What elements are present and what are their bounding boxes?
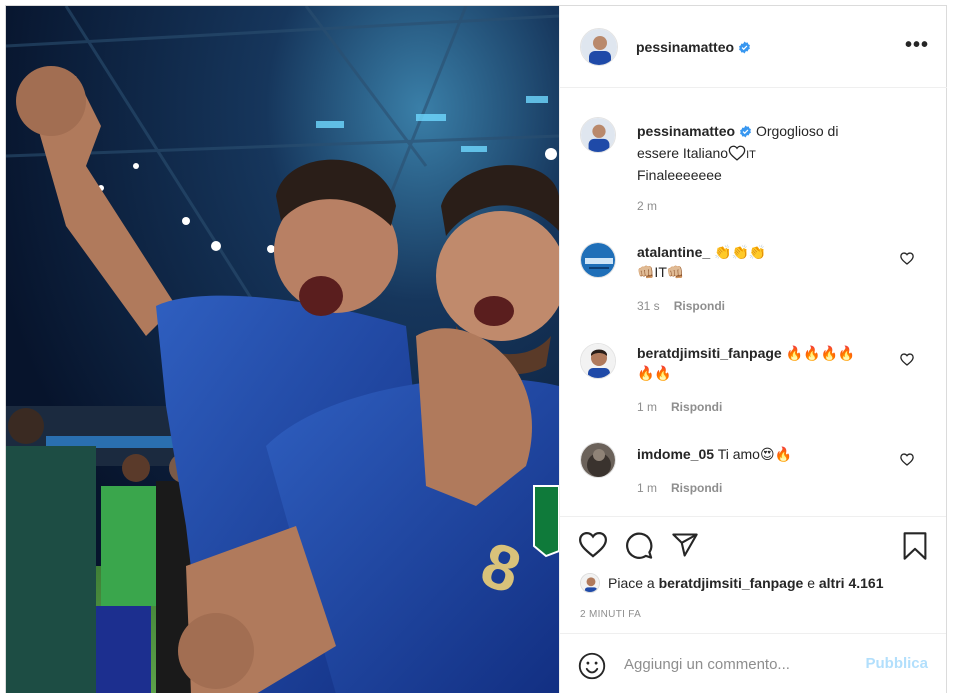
verified-badge-icon	[738, 41, 751, 57]
caption-time: 2 m	[637, 199, 658, 213]
author-avatar[interactable]	[580, 117, 616, 153]
post-timestamp[interactable]: 2 MINUTI FA	[580, 609, 641, 620]
comment-text: beratdjimsiti_fanpage 🔥🔥🔥🔥 🔥🔥	[637, 343, 897, 383]
comment-text: imdome_05 Ti amo😍🔥	[637, 444, 897, 464]
comment-heart-icon[interactable]	[900, 453, 914, 471]
likes-joiner: e	[807, 575, 815, 591]
caption-line3: Finaleeeeeee	[637, 167, 722, 183]
comment-time: 1 m	[637, 481, 658, 495]
liker-avatar[interactable]	[580, 573, 600, 593]
comment-username[interactable]: atalantine_	[637, 244, 710, 260]
comment-meta: 31 s Rispondi	[637, 299, 725, 313]
comment-time: 31 s	[637, 299, 660, 313]
likes-user[interactable]: beratdjimsiti_fanpage	[659, 575, 804, 591]
flag-text: IT	[746, 149, 756, 161]
commenter-avatar[interactable]	[580, 442, 616, 478]
verified-badge-icon	[739, 123, 752, 143]
post-dialog: 8 pessinamatteo ••• pessinamatteo Orgogl…	[5, 5, 947, 693]
white-heart-icon	[728, 145, 746, 161]
caption-line1: Orgoglioso di	[755, 123, 839, 139]
commenter-avatar[interactable]	[580, 242, 616, 278]
likes-prefix: Piace a	[608, 575, 655, 591]
comment-time: 1 m	[637, 400, 658, 414]
reply-button[interactable]: Rispondi	[671, 481, 722, 495]
comment-body-line2: 👊🏼IT👊🏼	[637, 264, 685, 280]
comment-heart-icon[interactable]	[900, 353, 914, 371]
publish-button[interactable]: Pubblica	[865, 655, 928, 672]
post-side-panel: pessinamatteo ••• pessinamatteo Orgoglio…	[559, 6, 947, 693]
likes-summary: Piace a beratdjimsiti_fanpage e altri 4.…	[580, 573, 883, 593]
comment-text: atalantine_ 👏👏👏 👊🏼IT👊🏼	[637, 242, 897, 282]
bookmark-icon[interactable]	[902, 531, 928, 566]
post-header: pessinamatteo •••	[560, 6, 947, 88]
comments-feed[interactable]: pessinamatteo Orgoglioso di essere Itali…	[560, 89, 946, 516]
post-actions: Piace a beratdjimsiti_fanpage e altri 4.…	[560, 516, 946, 693]
comment-meta: 1 m Rispondi	[637, 481, 722, 495]
share-icon[interactable]	[670, 531, 700, 564]
comment-body: 🔥🔥🔥🔥	[785, 345, 856, 361]
commenter-avatar[interactable]	[580, 343, 616, 379]
post-photo[interactable]: 8	[6, 6, 559, 693]
heart-icon[interactable]	[578, 531, 608, 563]
reply-button[interactable]: Rispondi	[674, 299, 725, 313]
comment-heart-icon[interactable]	[900, 252, 914, 270]
comment-meta: 1 m Rispondi	[637, 400, 722, 414]
comment-icon[interactable]	[624, 531, 654, 565]
caption-username[interactable]: pessinamatteo	[637, 123, 735, 139]
comment-body-line2: 🔥🔥	[637, 365, 672, 381]
author-username[interactable]: pessinamatteo	[636, 39, 734, 55]
emoji-icon[interactable]	[578, 652, 606, 685]
likes-others[interactable]: altri 4.161	[819, 575, 884, 591]
caption-text: pessinamatteo Orgoglioso di essere Itali…	[637, 121, 897, 185]
comment-input[interactable]	[624, 652, 854, 676]
add-comment-bar: Pubblica	[560, 633, 946, 693]
author-avatar[interactable]	[580, 28, 618, 66]
comment-username[interactable]: beratdjimsiti_fanpage	[637, 345, 782, 361]
comment-body: 👏👏👏	[714, 244, 767, 260]
comment-body: Ti amo😍🔥	[717, 446, 792, 462]
more-options-icon[interactable]: •••	[905, 35, 929, 55]
comment-username[interactable]: imdome_05	[637, 446, 714, 462]
reply-button[interactable]: Rispondi	[671, 400, 722, 414]
caption-line2: essere Italiano	[637, 145, 729, 161]
